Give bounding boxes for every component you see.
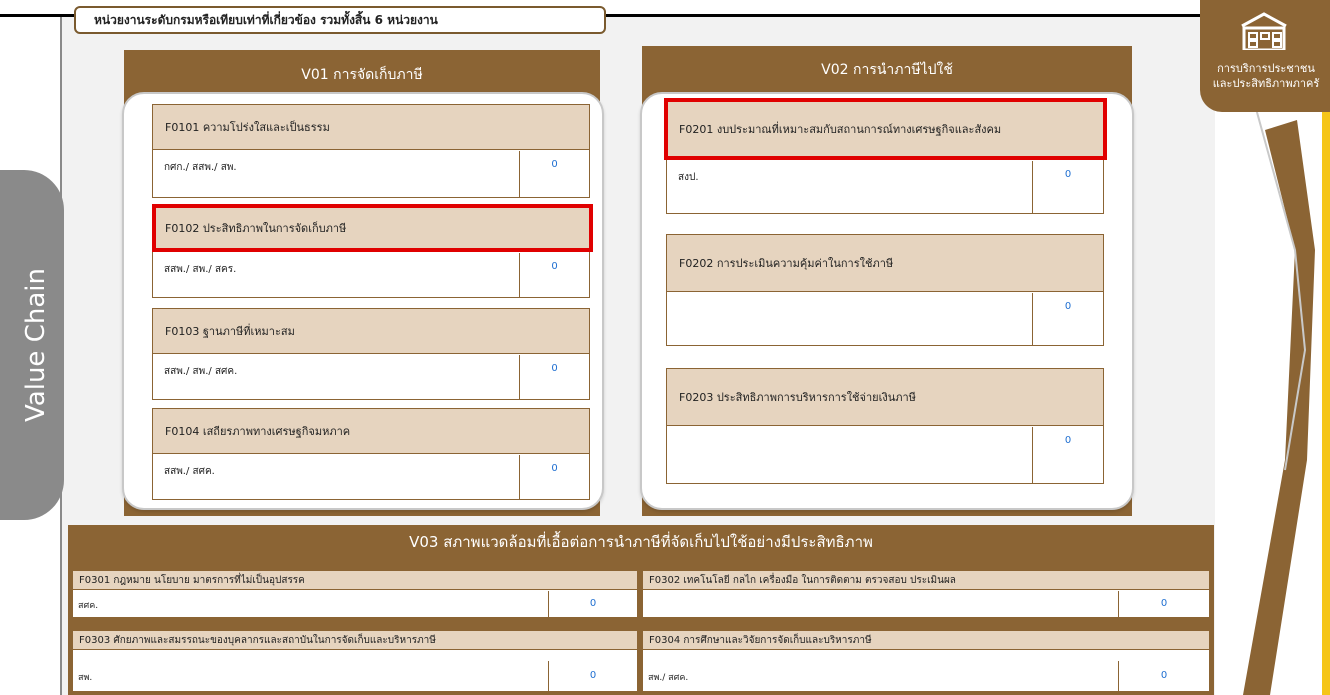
f0301-count[interactable]: 0 (548, 591, 637, 617)
f0203-title[interactable]: F0203 ประสิทธิภาพการบริหารการใช้จ่ายเงิน… (666, 368, 1104, 426)
v01-title: V01 การจัดเก็บภาษี (124, 60, 600, 90)
f0301-title[interactable]: F0301 กฎหมาย นโยบาย มาตรการที่ไม่เป็นอุป… (72, 570, 638, 590)
v03-title[interactable]: V03 สภาพแวดล้อมที่เอื้อต่อการนำภาษีที่จั… (68, 525, 1214, 559)
f0201-highlight (664, 98, 1107, 160)
f0104-agency: สสพ./ สศค. (164, 466, 215, 477)
f0201-agency: สงป. (678, 172, 699, 183)
f0101-title[interactable]: F0101 ความโปร่งใสและเป็นธรรม (152, 104, 590, 150)
f0303-count[interactable]: 0 (548, 661, 637, 691)
f0101-agency: กศก./ สสพ./ สพ. (164, 162, 237, 173)
f0304-agency: สพ./ สศค. (648, 673, 689, 683)
f0302-count[interactable]: 0 (1118, 591, 1209, 617)
f0301-agency: สศค. (78, 601, 99, 611)
f0102-highlight (152, 204, 593, 252)
f0302-title[interactable]: F0302 เทคโนโลยี กลไก เครื่องมือ ในการติด… (642, 570, 1210, 590)
f0103-title[interactable]: F0103 ฐานภาษีที่เหมาะสม (152, 308, 590, 354)
f0202-title[interactable]: F0202 การประเมินความคุ้มค่าในการใช้ภาษี (666, 234, 1104, 292)
badge-line-1: การบริการประชาชน (1217, 62, 1315, 75)
f0202-count[interactable]: 0 (1032, 293, 1103, 345)
page-title: หน่วยงานระดับกรมหรือเทียบเท่าที่เกี่ยวข้… (74, 6, 606, 34)
f0304-count[interactable]: 0 (1118, 661, 1209, 691)
f0304-title[interactable]: F0304 การศึกษาและวิจัยการจัดเก็บและบริหา… (642, 630, 1210, 650)
value-chain-label: Value Chain (21, 268, 51, 422)
f0101-count[interactable]: 0 (519, 151, 589, 197)
f0104-count[interactable]: 0 (519, 455, 589, 499)
f0303-title[interactable]: F0303 ศักยภาพและสมรรถนะของบุคลากรและสถาบ… (72, 630, 638, 650)
f0303-agency: สพ. (78, 673, 93, 683)
f0102-count[interactable]: 0 (519, 253, 589, 297)
yellow-strip (1322, 100, 1330, 695)
f0201-count[interactable]: 0 (1032, 161, 1103, 213)
building-icon (1241, 12, 1287, 50)
v02-title[interactable]: V02 การนำภาษีไปใช้ (642, 55, 1132, 85)
badge-line-2: และประสิทธิภาพภาครั (1212, 77, 1320, 90)
f0103-count[interactable]: 0 (519, 355, 589, 399)
f0203-count[interactable]: 0 (1032, 427, 1103, 483)
f0103-agency: สสพ./ สพ./ สศค. (164, 366, 238, 377)
f0102-agency: สสพ./ สพ./ สคร. (164, 264, 237, 275)
f0104-title[interactable]: F0104 เสถียรภาพทางเศรษฐกิจมหภาค (152, 408, 590, 454)
